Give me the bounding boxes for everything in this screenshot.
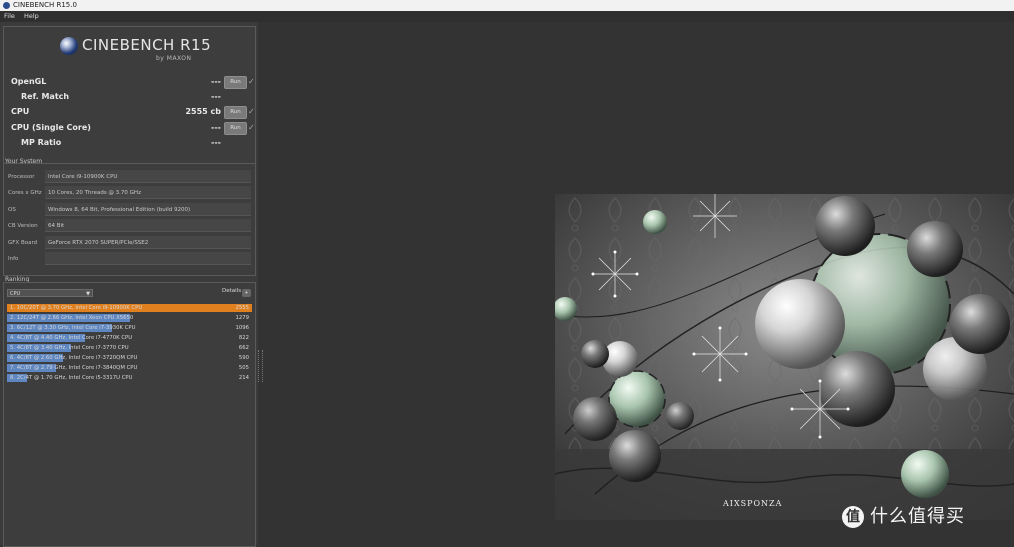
cpu-single-core-value: ---	[211, 123, 221, 132]
ref-match-row: Ref. Match ---	[8, 90, 254, 104]
sys-value: 64 Bit	[45, 219, 251, 232]
ranking-row[interactable]: 4. 4C/8T @ 4.40 GHz, Intel Core i7-4770K…	[7, 333, 252, 343]
sys-key: GFX Board	[8, 240, 38, 246]
benchmark-panel: CINEBENCH R15 by MAXON OpenGL --- Run ✓ …	[3, 26, 256, 179]
ranking-score: 822	[238, 335, 249, 341]
menu-file[interactable]: File	[4, 11, 15, 22]
chevron-down-icon: ▼	[86, 291, 90, 297]
sys-row-os: OS Windows 8, 64 Bit, Professional Editi…	[6, 203, 252, 217]
cpu-check-icon[interactable]: ✓	[248, 105, 255, 119]
ranking-row[interactable]: 6. 4C/8T @ 2.60 GHz, Intel Core i7-3720Q…	[7, 353, 252, 363]
opengl-label: OpenGL	[11, 77, 47, 86]
opengl-run-button[interactable]: Run	[224, 76, 247, 89]
cinebench-sphere-icon	[60, 37, 78, 55]
cpu-single-core-run-button[interactable]: Run	[224, 122, 247, 135]
ranking-panel: CPU ▼ Details + 1. 10C/20T @ 3.70 GHz, I…	[3, 282, 256, 547]
sys-row-processor: Processor Intel Core i9-10900K CPU	[6, 170, 252, 184]
sys-key: Processor	[8, 174, 35, 180]
ranking-score: 2555	[235, 305, 249, 311]
ranking-label: 2. 12C/24T @ 2.66 GHz, Intel Xeon CPU X5…	[10, 315, 134, 321]
opengl-value: ---	[211, 77, 221, 86]
your-system-panel: Processor Intel Core i9-10900K CPU Cores…	[3, 163, 256, 276]
cpu-single-core-row: CPU (Single Core) --- Run ✓	[8, 121, 255, 135]
menu-help[interactable]: Help	[24, 11, 39, 22]
ranking-label: 4. 4C/8T @ 4.40 GHz, Intel Core i7-4770K…	[10, 335, 133, 341]
ranking-label: 8. 2C/4T @ 1.70 GHz, Intel Core i5-3317U…	[10, 375, 133, 381]
opengl-check-icon[interactable]: ✓	[248, 75, 255, 89]
ranking-row[interactable]: 1. 10C/20T @ 3.70 GHz, Intel Core i9-109…	[7, 303, 252, 313]
cpu-single-core-label: CPU (Single Core)	[11, 123, 91, 132]
ranking-label: 6. 4C/8T @ 2.60 GHz, Intel Core i7-3720Q…	[10, 355, 138, 361]
ranking-list: 1. 10C/20T @ 3.70 GHz, Intel Core i9-109…	[7, 303, 252, 383]
window-title: CINEBENCH R15.0	[13, 1, 77, 9]
ranking-label: 7. 4C/8T @ 2.79 GHz, Intel Core i7-3840Q…	[10, 365, 138, 371]
ranking-row[interactable]: 2. 12C/24T @ 2.66 GHz, Intel Xeon CPU X5…	[7, 313, 252, 323]
ranking-score: 505	[238, 365, 249, 371]
menu-bar: File Help	[0, 11, 1014, 22]
sys-row-gfx: GFX Board GeForce RTX 2070 SUPER/PCIe/SS…	[6, 236, 252, 250]
sys-row-info: Info	[6, 252, 252, 266]
watermark-text: 什么值得买	[870, 506, 965, 527]
sys-key: Cores x GHz	[8, 190, 42, 196]
render-viewport: AIXSPONZA	[555, 194, 1014, 520]
title-bar: CINEBENCH R15.0	[0, 0, 1014, 11]
logo-name: CINEBENCH R15	[82, 36, 212, 54]
sys-value: 10 Cores, 20 Threads @ 3.70 GHz	[45, 186, 251, 199]
cinebench-logo: CINEBENCH R15 by MAXON	[60, 35, 220, 67]
render-credit: AIXSPONZA	[722, 499, 782, 508]
panel-splitter-handle[interactable]	[258, 350, 263, 382]
ranking-row[interactable]: 7. 4C/8T @ 2.79 GHz, Intel Core i7-3840Q…	[7, 363, 252, 373]
sys-value: GeForce RTX 2070 SUPER/PCIe/SSE2	[45, 236, 251, 249]
watermark: 值什么值得买	[842, 505, 965, 529]
mp-ratio-row: MP Ratio ---	[8, 136, 254, 150]
ranking-label: 3. 6C/12T @ 3.30 GHz, Intel Core i7-3930…	[10, 325, 136, 331]
logo-by: by MAXON	[156, 55, 192, 62]
watermark-logo-icon: 值	[842, 506, 864, 528]
ranking-score: 1279	[235, 315, 249, 321]
ranking-score: 1096	[235, 325, 249, 331]
ranking-row[interactable]: 5. 4C/8T @ 3.40 GHz, Intel Core i7-3770 …	[7, 343, 252, 353]
ranking-row[interactable]: 8. 2C/4T @ 1.70 GHz, Intel Core i5-3317U…	[7, 373, 252, 383]
sys-value: Intel Core i9-10900K CPU	[45, 170, 251, 183]
sys-row-cores: Cores x GHz 10 Cores, 20 Threads @ 3.70 …	[6, 186, 252, 200]
ranking-score: 590	[238, 355, 249, 361]
ranking-select-value: CPU	[10, 291, 21, 297]
cpu-row: CPU 2555 cb Run ✓	[8, 105, 255, 119]
ranking-label: 5. 4C/8T @ 3.40 GHz, Intel Core i7-3770 …	[10, 345, 129, 351]
details-label[interactable]: Details	[222, 288, 241, 294]
ranking-score: 214	[238, 375, 249, 381]
ranking-select[interactable]: CPU ▼	[7, 289, 93, 297]
cpu-run-button[interactable]: Run	[224, 106, 247, 119]
mp-ratio-value: ---	[211, 138, 221, 147]
cpu-label: CPU	[11, 107, 30, 116]
cinebench-app-icon	[3, 2, 10, 9]
ranking-score: 662	[238, 345, 249, 351]
cpu-value: 2555 cb	[185, 107, 221, 116]
sys-row-cb-version: CB Version 64 Bit	[6, 219, 252, 233]
ranking-row[interactable]: 3. 6C/12T @ 3.30 GHz, Intel Core i7-3930…	[7, 323, 252, 333]
ref-match-value: ---	[211, 92, 221, 101]
rendered-scene-image: AIXSPONZA	[555, 194, 1014, 520]
opengl-row: OpenGL --- Run ✓	[8, 75, 255, 89]
sys-key: Info	[8, 256, 19, 262]
sys-key: OS	[8, 207, 16, 213]
details-toggle-button[interactable]: +	[242, 289, 251, 297]
mp-ratio-label: MP Ratio	[21, 138, 62, 147]
ranking-label: 1. 10C/20T @ 3.70 GHz, Intel Core i9-109…	[10, 305, 143, 311]
sys-value: Windows 8, 64 Bit, Professional Edition …	[45, 203, 251, 216]
ref-match-label: Ref. Match	[21, 92, 70, 101]
sys-key: CB Version	[8, 223, 38, 229]
info-field[interactable]	[45, 252, 251, 265]
cpu-single-core-check-icon[interactable]: ✓	[248, 121, 255, 135]
left-panel: CINEBENCH R15 by MAXON OpenGL --- Run ✓ …	[0, 22, 258, 547]
